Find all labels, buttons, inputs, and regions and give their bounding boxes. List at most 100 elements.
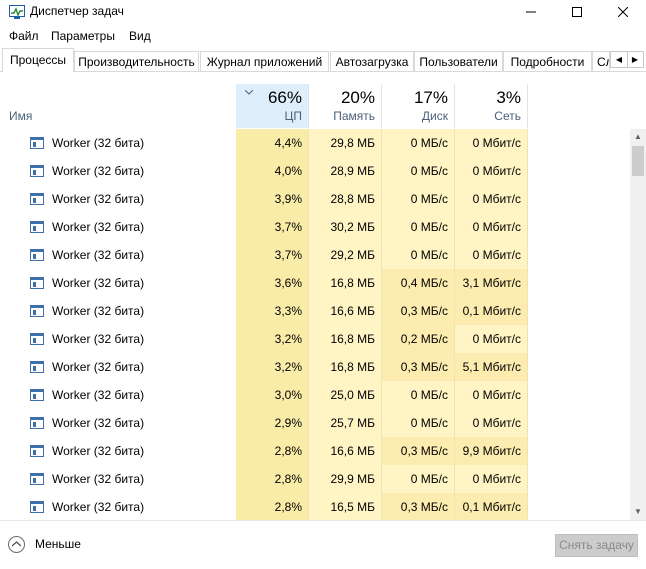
network-cell: 0 Мбит/с bbox=[455, 325, 528, 353]
process-name-cell: Worker (32 бита) bbox=[0, 353, 236, 381]
table-row[interactable]: Worker (32 бита) 3,7% 29,2 МБ 0 МБ/с 0 Мбит/… bbox=[0, 241, 630, 269]
process-name-cell: Worker (32 бита) bbox=[0, 213, 236, 241]
memory-cell: 29,8 МБ bbox=[309, 129, 382, 157]
scrollbar-thumb[interactable] bbox=[632, 146, 644, 176]
disk-cell: 0,3 МБ/с bbox=[382, 437, 455, 465]
tab-details[interactable]: Подробности bbox=[503, 51, 592, 71]
cpu-total-percent: 66% bbox=[267, 88, 302, 107]
column-network-header[interactable]: 3% Сеть bbox=[455, 84, 528, 128]
network-cell: 0,1 Мбит/с bbox=[455, 493, 528, 520]
disk-total-percent: 17% bbox=[413, 88, 448, 107]
memory-cell: 16,8 МБ bbox=[309, 353, 382, 381]
process-name-cell: Worker (32 бита) bbox=[0, 129, 236, 157]
disk-cell: 0,4 МБ/с bbox=[382, 269, 455, 297]
process-window-icon bbox=[30, 473, 44, 485]
tab-processes[interactable]: Процессы bbox=[2, 48, 74, 72]
tab-startup[interactable]: Автозагрузка bbox=[330, 51, 414, 71]
minimize-icon bbox=[526, 11, 536, 13]
process-name: Worker (32 бита) bbox=[52, 164, 145, 178]
tab-services[interactable]: Сл bbox=[592, 51, 610, 71]
tab-app-history[interactable]: Журнал приложений bbox=[200, 51, 329, 71]
minimize-button[interactable] bbox=[508, 0, 554, 24]
process-window-icon bbox=[30, 445, 44, 457]
process-name: Worker (32 бита) bbox=[52, 276, 145, 290]
process-name: Worker (32 бита) bbox=[52, 304, 145, 318]
window-title: Диспетчер задач bbox=[30, 4, 124, 18]
table-row[interactable]: Worker (32 бита) 3,7% 30,2 МБ 0 МБ/с 0 Мбит/… bbox=[0, 213, 630, 241]
process-window-icon bbox=[30, 361, 44, 373]
column-disk-header[interactable]: 17% Диск bbox=[382, 84, 455, 128]
memory-total-percent: 20% bbox=[340, 88, 375, 107]
column-divider bbox=[308, 129, 309, 520]
column-divider bbox=[454, 84, 455, 128]
menu-options[interactable]: Параметры bbox=[51, 29, 115, 43]
process-name: Worker (32 бита) bbox=[52, 500, 145, 514]
disk-cell: 0 МБ/с bbox=[382, 409, 455, 437]
table-row[interactable]: Worker (32 бита) 3,6% 16,8 МБ 0,4 МБ/с 3,1 М… bbox=[0, 269, 630, 297]
process-window-icon bbox=[30, 333, 44, 345]
table-row[interactable]: Worker (32 бита) 2,9% 25,7 МБ 0 МБ/с 0 Мбит/… bbox=[0, 409, 630, 437]
process-name-cell: Worker (32 бита) bbox=[0, 241, 236, 269]
process-name: Worker (32 бита) bbox=[52, 444, 145, 458]
process-window-icon bbox=[30, 193, 44, 205]
column-divider bbox=[308, 84, 309, 128]
cpu-cell: 3,2% bbox=[236, 325, 309, 353]
table-row[interactable]: Worker (32 бита) 3,2% 16,8 МБ 0,2 МБ/с 0 Мби… bbox=[0, 325, 630, 353]
tab-scroll-left-icon[interactable]: ◀ bbox=[611, 52, 628, 67]
maximize-icon bbox=[572, 7, 582, 17]
vertical-scrollbar[interactable]: ▲ ▼ bbox=[630, 129, 646, 520]
table-row[interactable]: Worker (32 бита) 3,0% 25,0 МБ 0 МБ/с 0 Мбит/… bbox=[0, 381, 630, 409]
process-name-cell: Worker (32 бита) bbox=[0, 269, 236, 297]
memory-cell: 16,6 МБ bbox=[309, 297, 382, 325]
process-name-cell: Worker (32 бита) bbox=[0, 325, 236, 353]
table-row[interactable]: Worker (32 бита) 2,8% 16,6 МБ 0,3 МБ/с 9,9 М… bbox=[0, 437, 630, 465]
process-window-icon bbox=[30, 165, 44, 177]
menu-file[interactable]: Файл bbox=[9, 29, 39, 43]
process-name-cell: Worker (32 бита) bbox=[0, 185, 236, 213]
network-cell: 0,1 Мбит/с bbox=[455, 297, 528, 325]
title-bar: Диспетчер задач bbox=[0, 0, 646, 24]
network-cell: 0 Мбит/с bbox=[455, 129, 528, 157]
table-row[interactable]: Worker (32 бита) 3,2% 16,8 МБ 0,3 МБ/с 5,1 М… bbox=[0, 353, 630, 381]
column-divider bbox=[381, 84, 382, 128]
tab-users[interactable]: Пользователи bbox=[414, 51, 503, 71]
network-total-percent: 3% bbox=[496, 88, 521, 107]
table-row[interactable]: Worker (32 бита) 4,0% 28,9 МБ 0 МБ/с 0 Мбит/… bbox=[0, 157, 630, 185]
disk-cell: 0 МБ/с bbox=[382, 213, 455, 241]
scroll-down-icon[interactable]: ▼ bbox=[630, 504, 646, 520]
table-row[interactable]: Worker (32 бита) 2,8% 16,5 МБ 0,3 МБ/с 0,1 М… bbox=[0, 493, 630, 520]
tab-scroll-buttons: ◀ ▶ bbox=[610, 51, 644, 68]
column-divider bbox=[454, 129, 455, 520]
close-button[interactable] bbox=[600, 0, 646, 24]
sort-descending-icon bbox=[244, 87, 254, 97]
memory-column-label: Память bbox=[333, 109, 375, 123]
table-row[interactable]: Worker (32 бита) 3,9% 28,8 МБ 0 МБ/с 0 Мбит/… bbox=[0, 185, 630, 213]
memory-cell: 28,9 МБ bbox=[309, 157, 382, 185]
maximize-button[interactable] bbox=[554, 0, 600, 24]
network-cell: 3,1 Мбит/с bbox=[455, 269, 528, 297]
process-window-icon bbox=[30, 277, 44, 289]
memory-cell: 25,0 МБ bbox=[309, 381, 382, 409]
process-window-icon bbox=[30, 221, 44, 233]
process-name: Worker (32 бита) bbox=[52, 248, 145, 262]
cpu-cell: 3,0% bbox=[236, 381, 309, 409]
table-row[interactable]: Worker (32 бита) 2,8% 29,9 МБ 0 МБ/с 0 Мбит/… bbox=[0, 465, 630, 493]
cpu-cell: 2,8% bbox=[236, 465, 309, 493]
scroll-up-icon[interactable]: ▲ bbox=[630, 129, 646, 145]
tab-scroll-right-icon[interactable]: ▶ bbox=[627, 52, 643, 67]
table-row[interactable]: Worker (32 бита) 4,4% 29,8 МБ 0 МБ/с 0 Мбит/… bbox=[0, 129, 630, 157]
column-name-header[interactable]: Имя bbox=[9, 109, 32, 123]
end-task-button[interactable]: Снять задачу bbox=[555, 534, 638, 557]
disk-cell: 0 МБ/с bbox=[382, 381, 455, 409]
memory-cell: 29,2 МБ bbox=[309, 241, 382, 269]
tab-performance[interactable]: Производительность bbox=[74, 51, 199, 71]
cpu-column-label: ЦП bbox=[284, 109, 302, 123]
table-row[interactable]: Worker (32 бита) 3,3% 16,6 МБ 0,3 МБ/с 0,1 М… bbox=[0, 297, 630, 325]
menu-view[interactable]: Вид bbox=[129, 29, 151, 43]
column-memory-header[interactable]: 20% Память bbox=[309, 84, 382, 128]
disk-cell: 0 МБ/с bbox=[382, 465, 455, 493]
memory-cell: 25,7 МБ bbox=[309, 409, 382, 437]
cpu-cell: 4,0% bbox=[236, 157, 309, 185]
memory-cell: 16,8 МБ bbox=[309, 269, 382, 297]
network-cell: 9,9 Мбит/с bbox=[455, 437, 528, 465]
